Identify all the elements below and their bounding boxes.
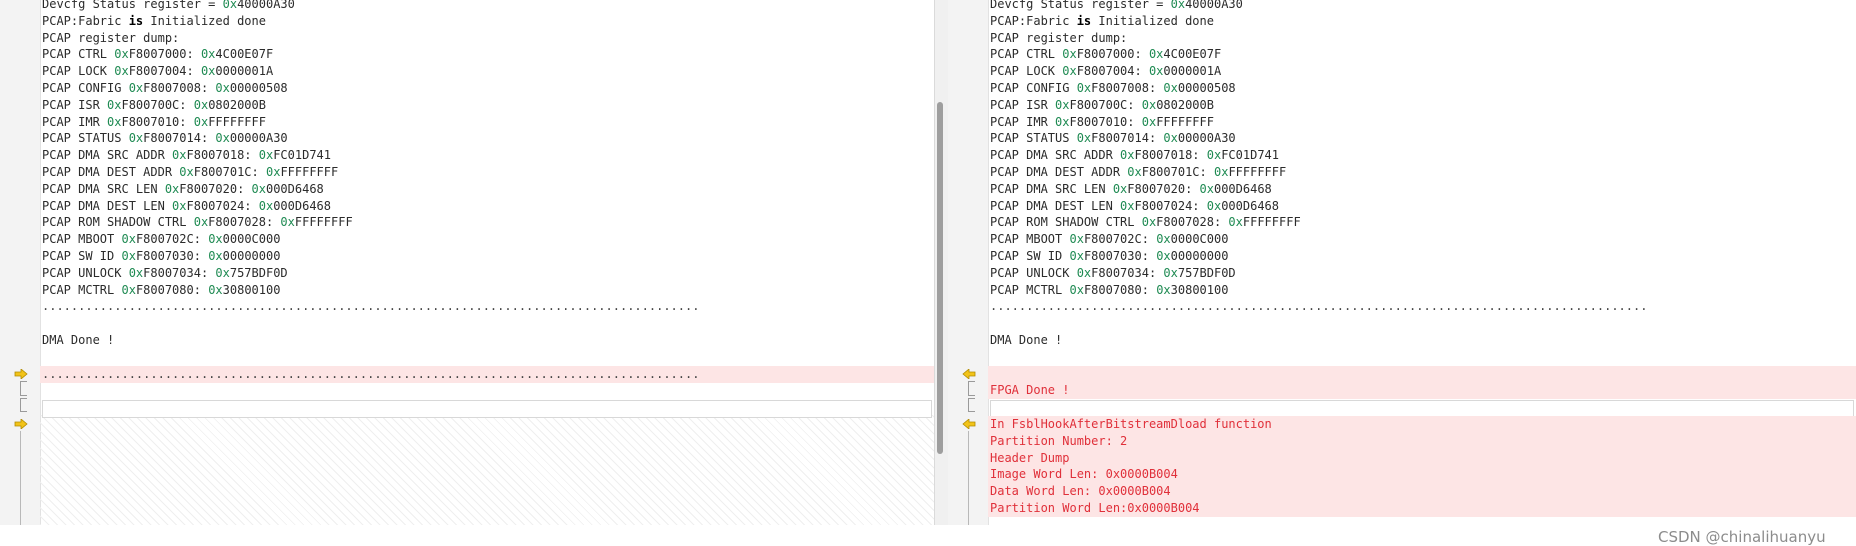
text-line: PCAP DMA DEST ADDR 0xF800701C: 0xFFFFFFF… — [990, 165, 1287, 179]
text-line: Devcfg Status register = 0x40000A30 — [42, 0, 295, 11]
diff-line-added: Data Word Len: 0x0000B004 — [988, 483, 1856, 501]
diff-line-added: Header Dump — [988, 449, 1856, 467]
text-line: PCAP:Fabric is Initialized done — [990, 13, 1214, 28]
text-line: PCAP CONFIG 0xF8007008: 0x00000508 — [42, 81, 288, 95]
text-line: PCAP MBOOT 0xF800702C: 0x0000C000 — [990, 232, 1229, 247]
text-line: PCAP DMA SRC ADDR 0xF8007018: 0xFC01D741 — [990, 148, 1279, 163]
text-line: PCAP STATUS 0xF8007014: 0x00000A30 — [42, 131, 288, 146]
diff-line-added: Image Word Len: 0x0000B004 — [988, 466, 1856, 484]
csdn-watermark: CSDN @chinalihuanyu — [1658, 528, 1826, 546]
diff-bracket-marker — [20, 381, 27, 396]
empty-region-hatch — [40, 415, 934, 525]
text-line: DMA Done ! — [42, 333, 115, 347]
diff-arrow-icon[interactable] — [14, 369, 28, 379]
gutter-connector — [968, 431, 969, 525]
text-line: PCAP IMR 0xF8007010: 0xFFFFFFFF — [990, 114, 1214, 129]
diff-line-added: Partition Word Len:0x0000B004 — [988, 500, 1856, 517]
text-line: ........................................… — [42, 299, 700, 314]
text-line: PCAP register dump: — [990, 30, 1128, 45]
diff-arrow-left-icon[interactable] — [962, 419, 976, 429]
text-line: PCAP LOCK 0xF8007004: 0x0000001A — [990, 64, 1222, 79]
vertical-scrollbar-thumb[interactable] — [937, 102, 943, 454]
text-line: PCAP ROM SHADOW CTRL 0xF8007028: 0xFFFFF… — [990, 215, 1301, 230]
text-line: PCAP SW ID 0xF8007030: 0x00000000 — [990, 249, 1229, 263]
text-line: PCAP IMR 0xF8007010: 0xFFFFFFFF — [42, 114, 266, 129]
text-line: PCAP DMA DEST LEN 0xF8007024: 0x000D6468 — [990, 198, 1279, 213]
diff-line-added: FPGA Done ! — [988, 382, 1856, 400]
diff-arrow-left-icon[interactable] — [962, 369, 976, 379]
text-line: PCAP UNLOCK 0xF8007034: 0x757BDF0D — [990, 265, 1236, 280]
text-line: PCAP DMA SRC LEN 0xF8007020: 0x000D6468 — [42, 181, 324, 196]
gutter-connector — [20, 431, 21, 525]
text-line: DMA Done ! — [990, 333, 1063, 347]
text-line: ........................................… — [990, 299, 1648, 314]
text-line: PCAP ROM SHADOW CTRL 0xF8007028: 0xFFFFF… — [42, 215, 353, 230]
diff-line-added: Partition Number: 2 — [988, 432, 1856, 450]
text-line: PCAP MCTRL 0xF8007080: 0x30800100 — [42, 282, 281, 297]
text-line: PCAP SW ID 0xF8007030: 0x00000000 — [42, 249, 281, 263]
text-line: PCAP DMA DEST LEN 0xF8007024: 0x000D6468 — [42, 198, 331, 213]
text-line: PCAP DMA DEST ADDR 0xF800701C: 0xFFFFFFF… — [42, 165, 339, 179]
diff-placeholder-line — [42, 400, 932, 419]
text-line: Devcfg Status register = 0x40000A30 — [990, 0, 1243, 11]
text-line: PCAP DMA SRC LEN 0xF8007020: 0x000D6468 — [990, 181, 1272, 196]
text-line: PCAP MBOOT 0xF800702C: 0x0000C000 — [42, 232, 281, 247]
diff-bracket-marker — [968, 381, 975, 396]
diff-arrow-icon[interactable] — [14, 419, 28, 429]
text-line — [988, 315, 1856, 332]
diff-line-added: In FsblHookAfterBitstreamDload function — [988, 416, 1856, 433]
left-compare-pane[interactable]: Devcfg Status register = 0x40000A30 PCAP:… — [0, 0, 934, 525]
right-compare-pane[interactable]: Devcfg Status register = 0x40000A30 PCAP:… — [948, 0, 1856, 525]
text-line: PCAP DMA SRC ADDR 0xF8007018: 0xFC01D741 — [42, 148, 331, 163]
diff-line-added — [988, 365, 1856, 383]
text-line: PCAP ISR 0xF800700C: 0x0802000B — [42, 97, 266, 112]
left-gutter — [0, 0, 41, 525]
text-line: PCAP:Fabric is Initialized done — [42, 13, 266, 28]
left-text-content[interactable]: Devcfg Status register = 0x40000A30 PCAP:… — [40, 0, 934, 525]
diff-bracket-marker — [20, 398, 27, 412]
text-line: PCAP CTRL 0xF8007000: 0x4C00E07F — [42, 47, 274, 62]
text-line: PCAP CONFIG 0xF8007008: 0x00000508 — [990, 81, 1236, 95]
text-line: PCAP MCTRL 0xF8007080: 0x30800100 — [990, 282, 1229, 297]
diff-line-changed: ........................................… — [40, 365, 934, 383]
right-text-content[interactable]: Devcfg Status register = 0x40000A30 PCAP:… — [988, 0, 1856, 525]
diff-bracket-marker — [968, 398, 975, 412]
text-line — [40, 315, 934, 332]
right-gutter — [948, 0, 989, 525]
text-line: PCAP STATUS 0xF8007014: 0x00000A30 — [990, 131, 1236, 146]
text-line: PCAP ISR 0xF800700C: 0x0802000B — [990, 97, 1214, 112]
text-line: PCAP CTRL 0xF8007000: 0x4C00E07F — [990, 47, 1222, 62]
text-line: PCAP register dump: — [42, 30, 180, 45]
text-line: PCAP LOCK 0xF8007004: 0x0000001A — [42, 64, 274, 79]
text-line: PCAP UNLOCK 0xF8007034: 0x757BDF0D — [42, 265, 288, 280]
